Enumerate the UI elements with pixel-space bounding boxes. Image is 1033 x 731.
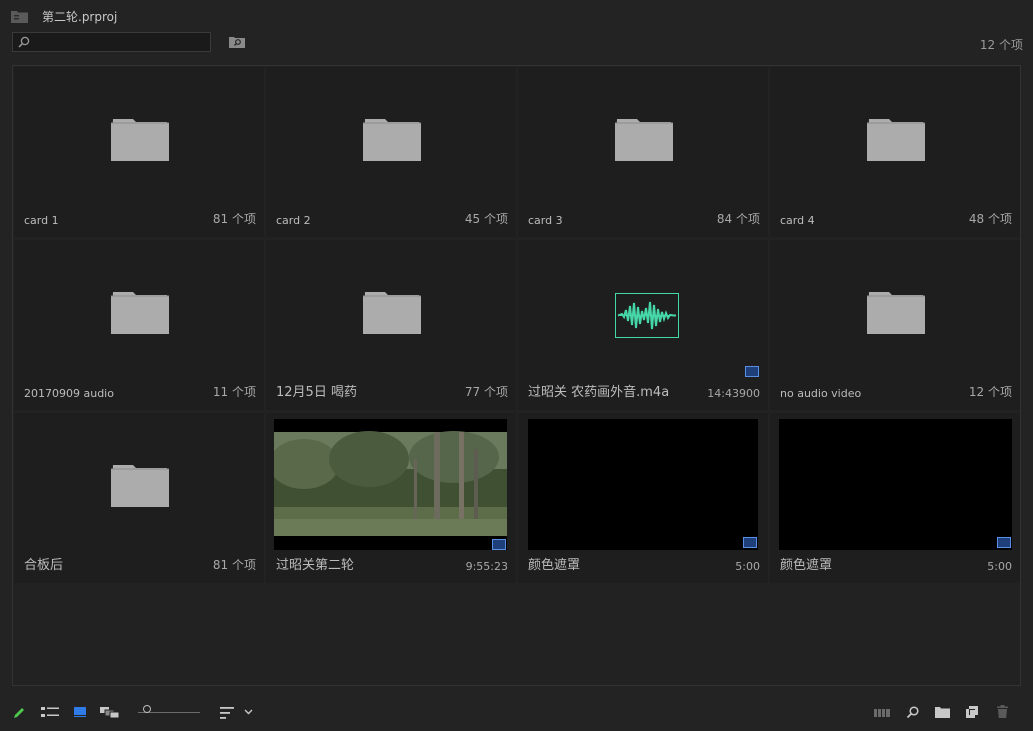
trash-icon[interactable] <box>997 705 1008 718</box>
item-name: no audio video <box>780 387 862 400</box>
search-field[interactable] <box>12 32 211 52</box>
pencil-icon[interactable] <box>12 706 26 720</box>
item-duration: 5:00 <box>987 560 1012 573</box>
title-bar: 第二轮.prproj <box>0 0 1033 30</box>
list-view-icon[interactable] <box>41 707 59 718</box>
item-name: card 3 <box>528 214 563 227</box>
item-name: 过昭关第二轮 <box>276 558 355 573</box>
automate-to-sequence-icon[interactable] <box>874 709 890 717</box>
folder-tile[interactable]: card 4 48 个项 <box>770 67 1020 237</box>
item-duration: 5:00 <box>735 560 760 573</box>
item-name: card 2 <box>276 214 311 227</box>
icon-view-icon[interactable] <box>74 707 86 717</box>
search-icon <box>18 36 30 48</box>
folder-icon <box>363 292 421 334</box>
search-input[interactable] <box>35 34 205 50</box>
waveform-icon <box>617 301 676 330</box>
folder-tile[interactable]: card 3 84 个项 <box>518 67 768 237</box>
item-name: card 4 <box>780 214 815 227</box>
folder-tile[interactable]: card 1 81 个项 <box>14 67 264 237</box>
color-matte-tile[interactable]: 颜色遮罩 5:00 <box>770 413 1020 583</box>
folder-tile[interactable]: 合板后 81 个项 <box>14 413 264 583</box>
item-name: 过昭关 农药画外音.m4a <box>528 385 670 400</box>
item-meta: 81 个项 <box>212 212 256 226</box>
item-name: 20170909 audio <box>24 387 114 400</box>
item-meta: 11 个项 <box>212 385 256 399</box>
item-name: 颜色遮罩 <box>780 558 833 573</box>
chevron-down-icon[interactable] <box>244 709 253 715</box>
item-meta: 12 个项 <box>968 385 1012 399</box>
item-name: 12月5日 喝药 <box>276 385 357 400</box>
waveform-thumbnail <box>615 293 679 338</box>
folder-tile[interactable]: 20170909 audio 11 个项 <box>14 240 264 410</box>
item-duration: 14:43900 <box>707 387 760 400</box>
folder-icon <box>363 119 421 161</box>
color-matte-thumbnail <box>528 419 758 550</box>
folder-icon <box>867 292 925 334</box>
folder-tile[interactable]: 12月5日 喝药 77 个项 <box>266 240 516 410</box>
sort-icon[interactable] <box>220 707 234 719</box>
color-matte-thumbnail <box>779 419 1012 550</box>
bin-icon <box>11 11 28 23</box>
item-meta: 45 个项 <box>464 212 508 226</box>
find-in-bin-icon[interactable] <box>229 36 245 48</box>
new-item-icon[interactable] <box>966 706 978 718</box>
video-clip-badge-icon <box>743 537 757 548</box>
freeform-view-icon[interactable] <box>100 707 119 718</box>
color-matte-tile[interactable]: 颜色遮罩 5:00 <box>518 413 768 583</box>
new-bin-icon[interactable] <box>935 706 950 718</box>
audio-clip-tile[interactable]: 过昭关 农药画外音.m4a 14:43900 <box>518 240 768 410</box>
find-icon[interactable] <box>906 706 919 719</box>
bottom-toolbar <box>0 696 1033 731</box>
sequence-badge-icon <box>492 539 506 550</box>
folder-icon <box>615 119 673 161</box>
folder-tile[interactable]: no audio video 12 个项 <box>770 240 1020 410</box>
item-count: 12 个项 <box>979 38 1023 52</box>
item-name: 合板后 <box>24 558 64 573</box>
project-items-grid: card 1 81 个项 card 2 45 个项 card 3 84 个项 c… <box>12 65 1021 686</box>
item-duration: 9:55:23 <box>465 560 508 573</box>
item-meta: 48 个项 <box>968 212 1012 226</box>
sequence-tile[interactable]: 过昭关第二轮 9:55:23 <box>266 413 516 583</box>
project-title: 第二轮.prproj <box>42 10 118 24</box>
item-name: 颜色遮罩 <box>528 558 581 573</box>
item-meta: 77 个项 <box>464 385 508 399</box>
video-clip-badge-icon <box>997 537 1011 548</box>
audio-clip-badge-icon <box>745 366 759 377</box>
item-meta: 84 个项 <box>716 212 760 226</box>
item-meta: 81 个项 <box>212 558 256 572</box>
item-name: card 1 <box>24 214 59 227</box>
folder-icon <box>111 119 169 161</box>
folder-icon <box>867 119 925 161</box>
folder-icon <box>111 292 169 334</box>
forest-image <box>269 419 507 550</box>
zoom-slider-handle[interactable] <box>143 705 151 713</box>
sequence-thumbnail <box>269 419 507 550</box>
folder-tile[interactable]: card 2 45 个项 <box>266 67 516 237</box>
folder-icon <box>111 465 169 507</box>
